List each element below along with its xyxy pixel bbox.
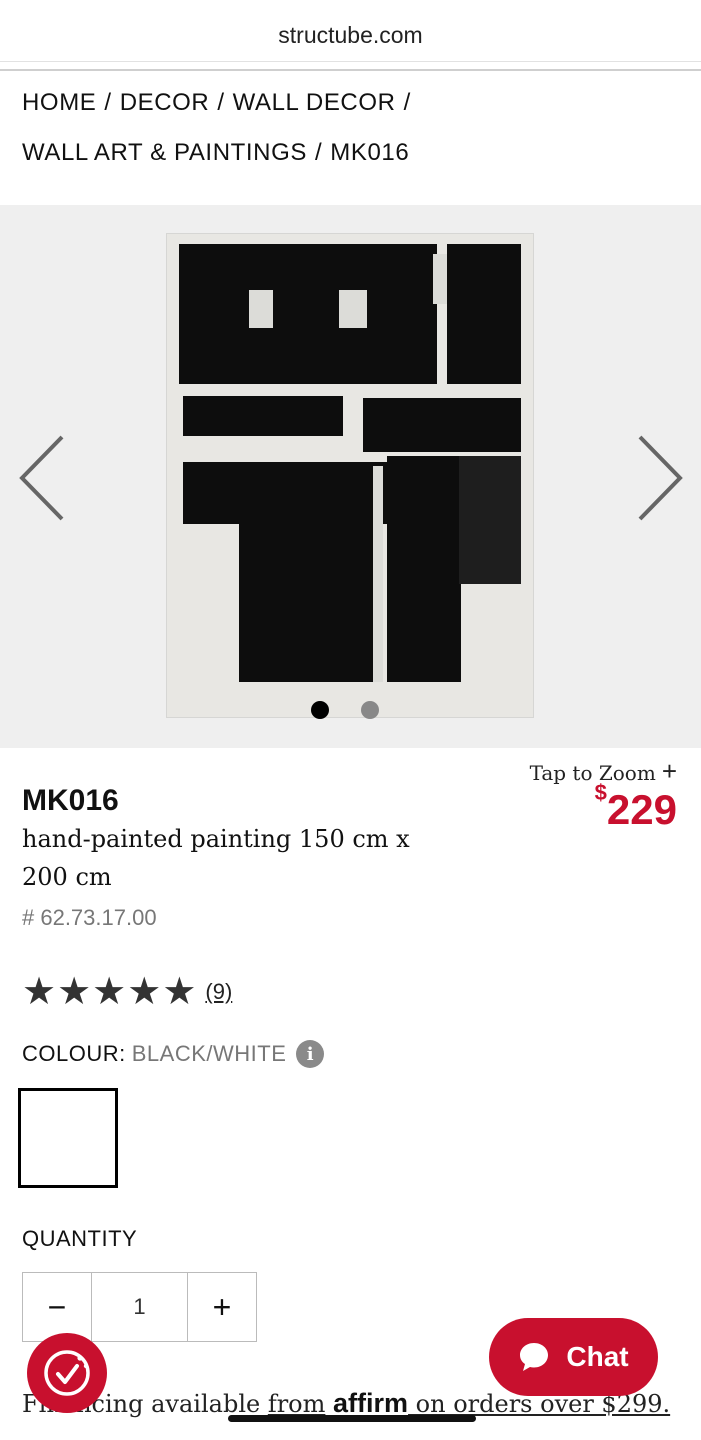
next-image-button[interactable]	[630, 433, 690, 523]
breadcrumb-separator: /	[314, 139, 323, 166]
product-image-gallery[interactable]	[0, 205, 701, 748]
breadcrumb: HOME / DECOR / WALL DECOR / WALL ART & PAINTIN…	[22, 78, 682, 178]
previous-image-button[interactable]	[12, 433, 72, 523]
info-icon[interactable]: i	[296, 1040, 325, 1068]
colour-value: BLACK/WHITE	[131, 1041, 287, 1066]
header-divider	[0, 69, 701, 71]
breadcrumb-separator: /	[403, 89, 411, 116]
product-rating[interactable]: ★ ★ ★ ★ ★ (9)	[22, 972, 232, 1012]
zoom-plus-icon: +	[661, 756, 677, 786]
financing-from-link[interactable]: from	[268, 1390, 326, 1418]
star-icon: ★	[127, 971, 162, 1013]
review-count-link[interactable]: (9)	[205, 979, 232, 1005]
chat-label: Chat	[566, 1341, 629, 1372]
product-price: $229	[595, 780, 677, 834]
colour-selector-label: COLOUR: BLACK/WHITE i	[22, 1040, 325, 1068]
url-text[interactable]: structube.com	[0, 22, 701, 49]
chat-bubble-icon	[520, 1343, 549, 1371]
tap-to-zoom-label: Tap to Zoom	[529, 761, 656, 785]
quantity-label: QUANTITY	[22, 1226, 138, 1251]
breadcrumb-decor[interactable]: DECOR	[120, 89, 210, 116]
product-name: MK016	[22, 784, 119, 817]
quantity-input[interactable]: 1	[91, 1273, 188, 1341]
star-icon: ★	[162, 971, 197, 1013]
breadcrumb-wall-decor[interactable]: WALL DECOR	[233, 89, 396, 116]
quantity-decrease-button[interactable]: −	[23, 1273, 91, 1341]
product-image[interactable]	[166, 233, 534, 718]
quantity-increase-button[interactable]: +	[188, 1273, 256, 1341]
carousel-dot-2[interactable]	[361, 701, 379, 719]
cookie-icon	[44, 1350, 90, 1396]
breadcrumb-wall-art[interactable]: WALL ART & PAINTINGS	[22, 139, 307, 166]
home-indicator	[228, 1415, 476, 1422]
breadcrumb-current: MK016	[330, 139, 410, 166]
breadcrumb-separator: /	[104, 89, 112, 116]
product-description: hand-painted painting 150 cm x 200 cm	[22, 825, 410, 891]
cookie-settings-button[interactable]	[27, 1333, 107, 1413]
chevron-right-icon	[638, 435, 683, 521]
carousel-dots	[311, 701, 379, 719]
colour-swatch-black-white[interactable]	[18, 1088, 118, 1188]
star-icon: ★	[92, 971, 127, 1013]
product-sku: # 62.73.17.00	[22, 905, 157, 930]
breadcrumb-home[interactable]: HOME	[22, 89, 96, 116]
breadcrumb-separator: /	[217, 89, 225, 116]
star-icon: ★	[22, 971, 57, 1013]
browser-url-bar[interactable]: structube.com	[0, 0, 701, 62]
price-currency: $	[594, 780, 607, 805]
star-icon: ★	[57, 971, 92, 1013]
quantity-stepper: − 1 +	[22, 1272, 257, 1342]
chat-button[interactable]: Chat	[489, 1318, 658, 1396]
chevron-left-icon	[19, 435, 64, 521]
carousel-dot-1[interactable]	[311, 701, 329, 719]
colour-label: COLOUR:	[22, 1041, 126, 1066]
affirm-logo[interactable]: affirm	[333, 1388, 408, 1418]
price-value: 229	[606, 786, 677, 833]
